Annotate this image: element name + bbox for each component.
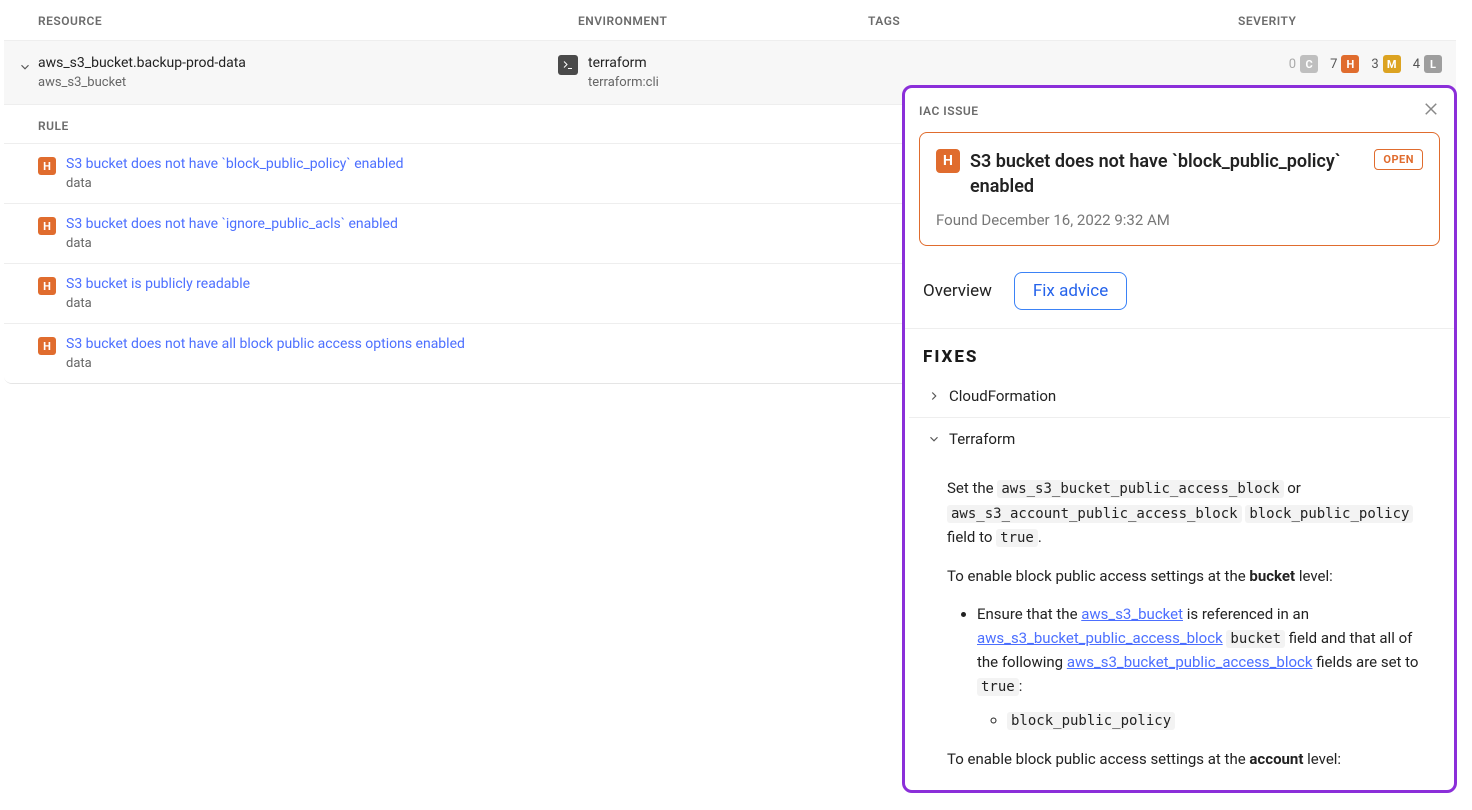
low-badge-icon: L bbox=[1424, 55, 1442, 73]
fix-cloudformation-label: CloudFormation bbox=[949, 387, 1056, 405]
table-header-row: RESOURCE ENVIRONMENT TAGS SEVERITY bbox=[4, 0, 1456, 41]
tab-fix-advice[interactable]: Fix advice bbox=[1014, 272, 1127, 310]
medium-badge-icon: M bbox=[1383, 55, 1401, 73]
rule-title[interactable]: S3 bucket does not have all block public… bbox=[66, 336, 465, 352]
severity-critical: 0 C bbox=[1289, 55, 1318, 73]
fix-paragraph-2: To enable block public access settings a… bbox=[947, 564, 1436, 588]
panel-tabs: Overview Fix advice bbox=[905, 258, 1454, 329]
critical-badge-icon: C bbox=[1300, 55, 1318, 73]
fix-paragraph-3: To enable block public access settings a… bbox=[947, 747, 1436, 771]
terminal-icon bbox=[558, 55, 578, 75]
rule-title[interactable]: S3 bucket does not have `ignore_public_a… bbox=[66, 216, 398, 232]
rule-sub: data bbox=[66, 356, 465, 371]
col-resource: RESOURCE bbox=[38, 14, 578, 28]
fix-paragraph-1: Set the aws_s3_bucket_public_access_bloc… bbox=[947, 476, 1436, 549]
fix-terraform-content: Set the aws_s3_bucket_public_access_bloc… bbox=[909, 460, 1450, 790]
col-environment: ENVIRONMENT bbox=[578, 14, 868, 28]
high-badge-icon: H bbox=[38, 157, 56, 175]
issue-side-panel: IAC ISSUE H S3 bucket does not have `blo… bbox=[902, 85, 1457, 793]
high-badge-icon: H bbox=[38, 337, 56, 355]
rule-sub: data bbox=[66, 296, 250, 311]
chevron-right-icon bbox=[927, 389, 941, 403]
rule-title[interactable]: S3 bucket does not have `block_public_po… bbox=[66, 156, 404, 172]
fixes-heading: FIXES bbox=[909, 345, 1450, 375]
resource-name: aws_s3_bucket.backup-prod-data bbox=[38, 55, 246, 71]
high-badge-icon: H bbox=[38, 277, 56, 295]
link-aws-s3-bucket-pab-2[interactable]: aws_s3_bucket_public_access_block bbox=[1067, 653, 1313, 671]
col-tags: TAGS bbox=[868, 14, 1238, 28]
high-badge-icon: H bbox=[936, 149, 960, 173]
link-aws-s3-bucket-pab-1[interactable]: aws_s3_bucket_public_access_block bbox=[977, 629, 1223, 647]
link-aws-s3-bucket[interactable]: aws_s3_bucket bbox=[1081, 605, 1183, 623]
chevron-down-icon bbox=[927, 432, 941, 446]
fix-sub-bullet: block_public_policy bbox=[1007, 708, 1436, 732]
severity-low: 4 L bbox=[1413, 55, 1442, 73]
severity-high: 7 H bbox=[1330, 55, 1359, 73]
chevron-down-icon[interactable] bbox=[18, 59, 32, 73]
resource-type: aws_s3_bucket bbox=[38, 75, 246, 90]
rule-title[interactable]: S3 bucket is publicly readable bbox=[66, 276, 250, 292]
panel-body: FIXES CloudFormation Terraform Set the a… bbox=[905, 329, 1454, 790]
fix-cloudformation-toggle[interactable]: CloudFormation bbox=[909, 375, 1450, 418]
high-badge-icon: H bbox=[1341, 55, 1359, 73]
status-badge: OPEN bbox=[1374, 149, 1423, 170]
col-severity: SEVERITY bbox=[1238, 14, 1422, 28]
severity-medium: 3 M bbox=[1371, 55, 1400, 73]
severity-cell: 0 C 7 H 3 M 4 L bbox=[1218, 55, 1442, 73]
close-icon[interactable] bbox=[1422, 100, 1440, 122]
fix-terraform-label: Terraform bbox=[949, 430, 1015, 448]
high-badge-icon: H bbox=[38, 217, 56, 235]
env-sub: terraform:cli bbox=[588, 75, 659, 90]
rule-sub: data bbox=[66, 236, 398, 251]
fix-terraform-toggle[interactable]: Terraform bbox=[909, 418, 1450, 460]
tab-overview[interactable]: Overview bbox=[923, 281, 992, 301]
env-name: terraform bbox=[588, 55, 659, 71]
issue-title: S3 bucket does not have `block_public_po… bbox=[970, 149, 1364, 199]
panel-label: IAC ISSUE bbox=[919, 104, 979, 118]
issue-card: H S3 bucket does not have `block_public_… bbox=[919, 132, 1440, 246]
fix-bullet-1: Ensure that the aws_s3_bucket is referen… bbox=[977, 602, 1436, 733]
issue-found-timestamp: Found December 16, 2022 9:32 AM bbox=[936, 211, 1423, 229]
rule-sub: data bbox=[66, 176, 404, 191]
